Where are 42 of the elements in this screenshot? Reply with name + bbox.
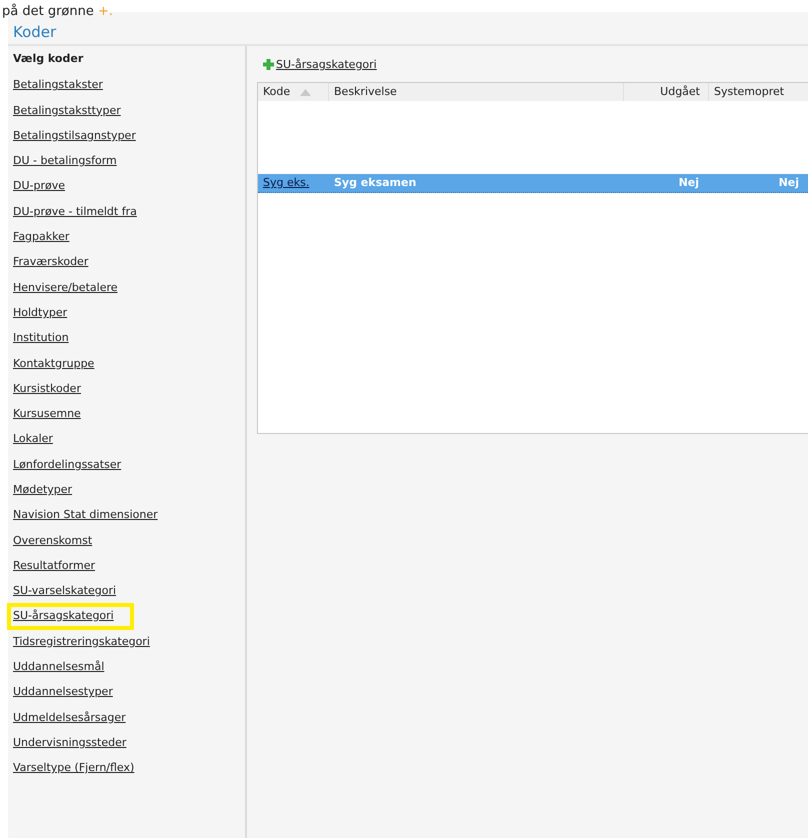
sidebar-link[interactable]: Henvisere/betalere bbox=[13, 280, 120, 296]
panel-title: Koder bbox=[13, 23, 56, 41]
sidebar-link[interactable]: Varseltype (Fjern/flex) bbox=[13, 760, 136, 776]
sidebar-link[interactable]: Betalingstilsagnstyper bbox=[13, 128, 138, 144]
sidebar-link[interactable]: Undervisningssteder bbox=[13, 735, 128, 752]
sidebar-link[interactable]: Uddannelsesmål bbox=[13, 659, 106, 676]
column-header[interactable]: Systemopret bbox=[709, 83, 808, 101]
sidebar-link[interactable]: Lokaler bbox=[13, 431, 55, 448]
sidebar-link[interactable]: Tidsregistreringskategori bbox=[13, 634, 152, 650]
sidebar-link[interactable]: Overenskomst bbox=[13, 532, 94, 549]
sidebar-link[interactable]: DU - betalingsform bbox=[13, 153, 119, 170]
sidebar-link[interactable]: Resultatformer bbox=[13, 558, 97, 574]
sidebar-link[interactable]: Institution bbox=[13, 330, 71, 346]
sidebar-link[interactable]: Fraværskoder bbox=[13, 254, 90, 270]
sidebar-link[interactable]: Udmeldelsesårsager bbox=[13, 710, 128, 726]
sidebar-link[interactable]: DU-prøve - tilmeldt fra bbox=[13, 204, 139, 220]
sidebar-link[interactable]: Betalingstaksttyper bbox=[13, 102, 123, 119]
table-cell-text: Syg eksamen bbox=[333, 175, 418, 191]
column-header[interactable]: Udgået bbox=[624, 83, 709, 101]
sort-icon bbox=[300, 88, 312, 96]
sidebar-link[interactable]: DU-prøve bbox=[13, 178, 68, 194]
caption-text: på det grønne +. bbox=[2, 6, 114, 18]
table-cell-text: Nej bbox=[678, 175, 700, 191]
add-link[interactable]: SU-årsagskategori bbox=[262, 58, 377, 71]
sidebar-link[interactable]: Kursistkoder bbox=[13, 380, 83, 397]
sidebar-link[interactable]: Lønfordelingssatser bbox=[13, 456, 124, 473]
sidebar-link[interactable]: Mødetyper bbox=[13, 482, 74, 498]
sidebar-link[interactable]: Fagpakker bbox=[13, 229, 72, 246]
sidebar-link[interactable]: Kursusemne bbox=[13, 406, 83, 422]
table-cell-text: Nej bbox=[778, 175, 800, 191]
sidebar-link[interactable]: Uddannelsestyper bbox=[13, 684, 115, 700]
sidebar-link[interactable]: SU-varselskategori bbox=[13, 583, 118, 600]
sidebar-link[interactable]: Navision Stat dimensioner bbox=[13, 507, 160, 524]
sidebar-heading: Vælg koder bbox=[13, 52, 84, 65]
column-header[interactable]: Beskrivelse bbox=[329, 83, 624, 101]
table-row[interactable]: Syg eks. Syg eksamen Nej Nej bbox=[258, 174, 808, 193]
code-link[interactable]: Syg eks. bbox=[258, 174, 329, 192]
sidebar-link[interactable]: Kontaktgruppe bbox=[13, 356, 96, 372]
sidebar-link[interactable]: Betalingstakster bbox=[13, 77, 105, 94]
sidebar-link[interactable]: Holdtyper bbox=[13, 304, 70, 321]
plus-icon bbox=[262, 58, 275, 71]
column-header[interactable]: Kode bbox=[258, 83, 329, 101]
